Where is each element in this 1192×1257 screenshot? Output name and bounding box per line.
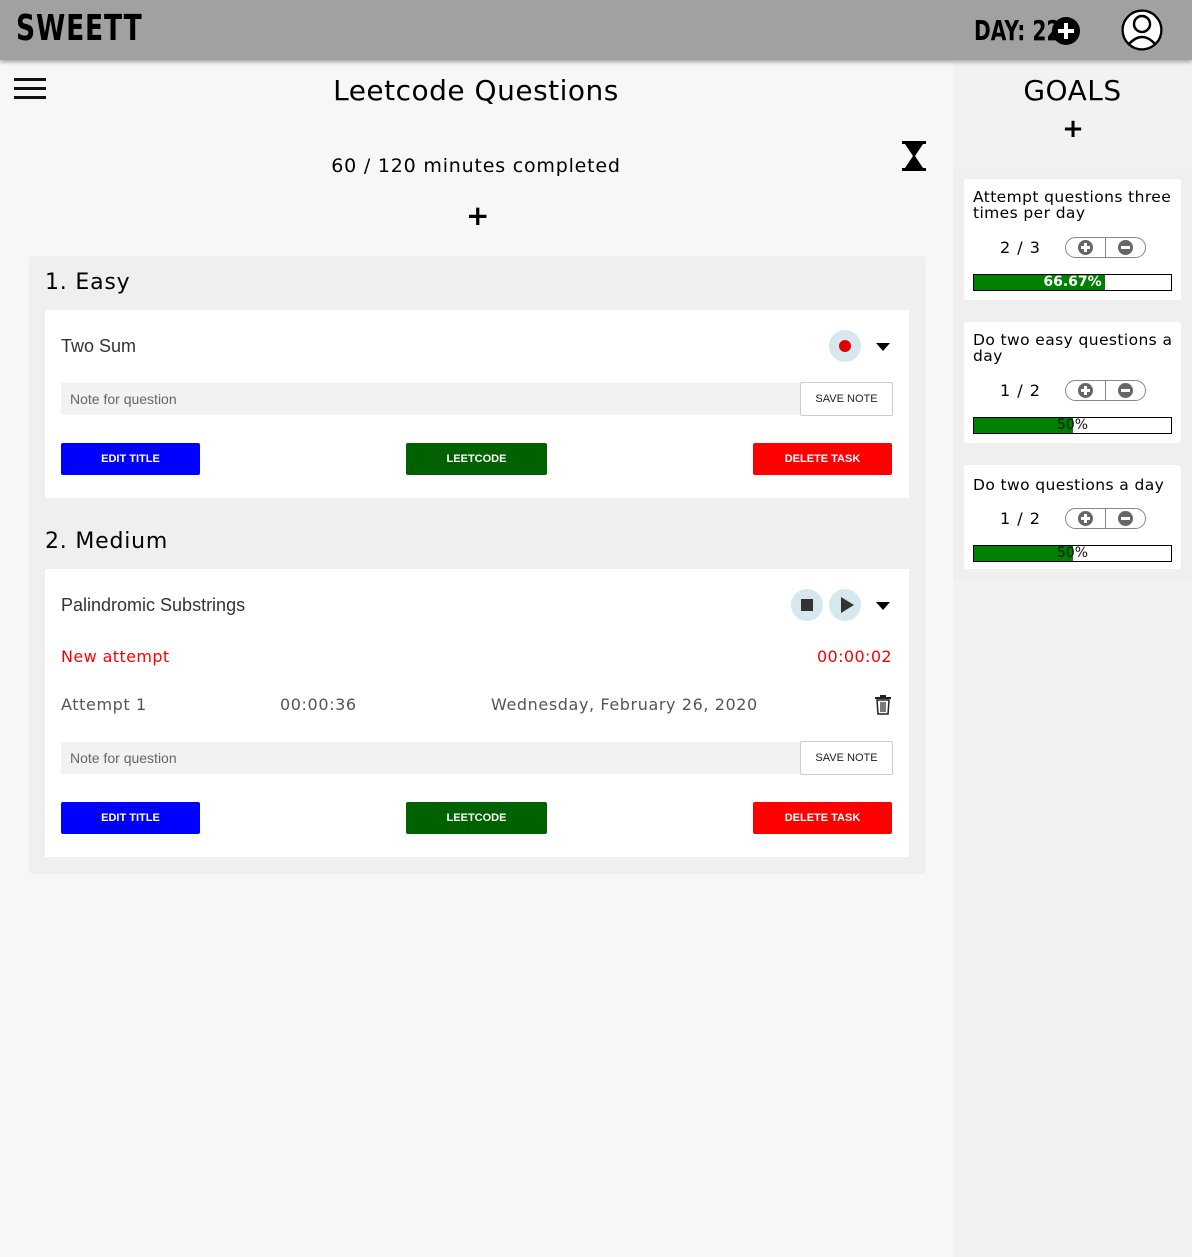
add-section-button[interactable]: +	[466, 202, 489, 230]
plus-icon[interactable]	[1078, 511, 1093, 526]
goal-text: Do two easy questions a day	[973, 331, 1173, 365]
save-note-button[interactable]: SAVE NOTE	[800, 741, 893, 775]
chevron-down-icon[interactable]	[876, 602, 890, 610]
attempt-duration: 00:00:36	[280, 695, 357, 714]
menu-icon[interactable]	[14, 78, 46, 100]
new-attempt-label: New attempt	[61, 647, 170, 666]
goal-text: Do two questions a day	[973, 476, 1165, 494]
goal-count: 1 / 2	[1000, 509, 1041, 528]
leetcode-button[interactable]: LEETCODE	[406, 443, 547, 475]
goal-card: Do two easy questions a day 1 / 2 50%	[964, 322, 1181, 443]
goal-progress-bar: 50%	[973, 545, 1172, 562]
minutes-completed: 60 / 120 minutes completed	[331, 155, 621, 177]
attempt-label: Attempt 1	[61, 695, 147, 714]
goals-title: GOALS	[1023, 74, 1122, 107]
task-card: Palindromic Substrings New attempt 00:00…	[45, 569, 909, 857]
plus-circle-icon[interactable]	[1052, 17, 1080, 45]
record-button[interactable]	[829, 330, 861, 362]
chevron-down-icon[interactable]	[876, 343, 890, 351]
goal-stepper	[1065, 380, 1146, 401]
record-icon	[839, 340, 851, 352]
delete-task-button[interactable]: DELETE TASK	[753, 443, 892, 475]
task-card: Two Sum SAVE NOTE EDIT TITLE LEETCODE DE…	[45, 310, 909, 498]
edit-title-button[interactable]: EDIT TITLE	[61, 802, 200, 834]
section-title-medium: 2. Medium	[45, 529, 169, 554]
minus-icon[interactable]	[1118, 511, 1133, 526]
goal-card: Attempt questions three times per day 2 …	[964, 179, 1181, 300]
edit-title-button[interactable]: EDIT TITLE	[61, 443, 200, 475]
goal-progress-bar: 66.67%	[973, 274, 1172, 291]
save-note-button[interactable]: SAVE NOTE	[800, 382, 893, 416]
minus-icon[interactable]	[1118, 383, 1133, 398]
delete-task-button[interactable]: DELETE TASK	[753, 802, 892, 834]
stop-button[interactable]	[791, 589, 823, 621]
section-title-easy: 1. Easy	[45, 270, 131, 295]
goal-text: Attempt questions three times per day	[973, 188, 1172, 222]
play-icon	[841, 597, 854, 613]
goal-progress-bar: 50%	[973, 417, 1172, 434]
goal-stepper	[1065, 508, 1146, 529]
brand-logo[interactable]: SWEETT	[16, 8, 143, 49]
plus-icon[interactable]	[1078, 240, 1093, 255]
user-avatar-icon[interactable]	[1121, 9, 1163, 51]
attempt-timer: 00:00:02	[816, 647, 892, 666]
play-button[interactable]	[829, 589, 861, 621]
trash-icon[interactable]	[875, 695, 891, 715]
task-title: Palindromic Substrings	[61, 595, 246, 615]
note-field[interactable]	[61, 742, 801, 774]
goal-count: 1 / 2	[1000, 381, 1041, 400]
goal-stepper	[1065, 237, 1146, 258]
goals-sidebar: GOALS + Attempt questions three times pe…	[953, 62, 1192, 1257]
page-title: Leetcode Questions	[333, 74, 619, 107]
goal-card: Do two questions a day 1 / 2 50%	[964, 465, 1181, 569]
day-counter: DAY: 22	[974, 14, 1061, 47]
stop-icon	[801, 599, 813, 611]
top-bar: SWEETT DAY: 22	[0, 0, 1192, 60]
goal-progress-label: 66.67%	[1043, 274, 1102, 290]
attempt-date: Wednesday, February 26, 2020	[491, 695, 758, 714]
task-title: Two Sum	[61, 336, 137, 356]
hourglass-icon[interactable]	[900, 140, 928, 172]
goal-count: 2 / 3	[1000, 238, 1041, 257]
goal-progress-label: 50%	[1056, 417, 1089, 433]
plus-icon[interactable]	[1078, 383, 1093, 398]
goal-progress-label: 50%	[1056, 545, 1089, 561]
leetcode-button[interactable]: LEETCODE	[406, 802, 547, 834]
minus-icon[interactable]	[1118, 240, 1133, 255]
add-goal-button[interactable]: +	[1062, 116, 1084, 142]
note-field[interactable]	[61, 383, 801, 415]
